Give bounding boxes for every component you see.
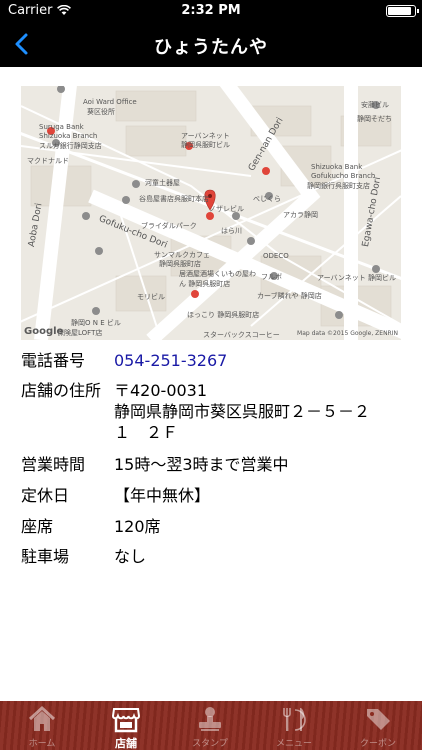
tab-label: クーポン <box>359 739 396 749</box>
address-line: １ ２Ｆ <box>114 423 179 442</box>
map-label: 静岡呉服町ビル <box>181 141 230 149</box>
map-label: モリビル <box>137 293 165 301</box>
tab-label: 店舗 <box>115 737 137 750</box>
parking-label: 駐車場 <box>21 547 70 566</box>
map-label: Suruga Bank <box>39 123 84 131</box>
map-label: Gofukucho Branch <box>311 172 376 180</box>
store-icon <box>111 708 141 733</box>
store-map[interactable]: Aoi Ward Office 葵区役所 Suruga Bank Shizuok… <box>21 86 401 340</box>
address-postal: 〒420-0031 <box>114 381 208 400</box>
coupon-icon <box>367 709 390 730</box>
holiday-value: 【年中無休】 <box>114 486 211 505</box>
seats-value: 120席 <box>114 517 161 536</box>
map-label: 安藤ビル <box>361 101 389 109</box>
tab-label: ホーム <box>28 739 56 749</box>
map-label: 静岡呉服町店 <box>159 260 201 268</box>
battery-icon <box>386 5 419 17</box>
map-label: 居酒屋酒場くいもの屋わん 静岡呉服町店 <box>179 270 256 288</box>
parking-value: なし <box>114 547 147 566</box>
hours-label: 営業時間 <box>21 455 86 474</box>
address-label: 店舗の住所 <box>21 381 102 400</box>
status-time: 2:32 PM <box>181 3 241 18</box>
map-label: スルガ銀行静岡支店 <box>39 142 102 150</box>
map-label: ODECO <box>263 252 289 260</box>
map-label: はら川 <box>221 227 242 235</box>
address-line: 静岡県静岡市葵区呉服町２－５－２ <box>114 402 371 421</box>
map-label: アカラ静岡 <box>283 211 318 219</box>
tab-store[interactable]: 店舗 <box>84 701 168 750</box>
map-label: 静岡銀行呉服町支店 <box>307 182 370 190</box>
tab-home[interactable]: ホーム <box>0 701 84 750</box>
seats-label: 座席 <box>21 517 54 536</box>
map-label: スターバックスコーヒー <box>203 331 280 339</box>
stamp-icon <box>199 707 221 731</box>
map-label: マクドナルド <box>27 157 69 165</box>
map-label: 河童土器屋 <box>145 179 180 187</box>
map-attribution: Map data ©2015 Google, ZENRIN <box>297 330 398 337</box>
map-label: Shizuoka Bank <box>311 163 363 171</box>
phone-link[interactable]: 054-251-3267 <box>114 350 404 371</box>
tab-menu[interactable]: メニュー <box>252 701 336 750</box>
map-label: 葵区役所 <box>87 108 115 116</box>
tab-coupon[interactable]: クーポン <box>336 701 420 750</box>
page-title: ひょうたんや <box>154 37 268 58</box>
map-label: 保険屋LOFT店 <box>57 329 103 337</box>
map-label: Aoi Ward Office <box>83 98 137 106</box>
map-label: 谷島屋書店呉服町本店 <box>139 195 209 203</box>
map-label: 静岡そだち <box>357 115 392 123</box>
tab-bar: ホーム 店舗 スタンプ メニュー クーポン <box>0 701 422 750</box>
tab-label: スタンプ <box>192 739 228 749</box>
menu-icon <box>283 708 306 731</box>
map-label: Shizuoka Branch <box>39 132 98 140</box>
status-bar: Carrier 2:32 PM <box>0 0 422 22</box>
tab-stamp[interactable]: スタンプ <box>168 701 252 750</box>
google-logo: Google <box>24 326 64 337</box>
hours-value: 15時～翌3時まで営業中 <box>114 455 289 474</box>
holiday-label: 定休日 <box>21 486 70 505</box>
home-icon <box>28 705 56 731</box>
map-label: アーバンネット 静岡ビル <box>317 274 396 282</box>
map-label: べじくら <box>253 195 281 203</box>
map-label: カーブ隣れや 静岡店 <box>257 292 322 300</box>
map-label: 静岡O N E ビル <box>71 319 121 327</box>
phone-label: 電話番号 <box>21 351 86 370</box>
map-label: ほっこり 静岡呉服町店 <box>187 311 260 319</box>
tab-label: メニュー <box>275 739 312 749</box>
map-label: フルボ <box>261 273 282 281</box>
navigation-bar: ひょうたんや <box>0 22 422 67</box>
map-label: ブライダルパーク <box>141 222 197 230</box>
map-label: ノザレビル <box>209 205 244 213</box>
